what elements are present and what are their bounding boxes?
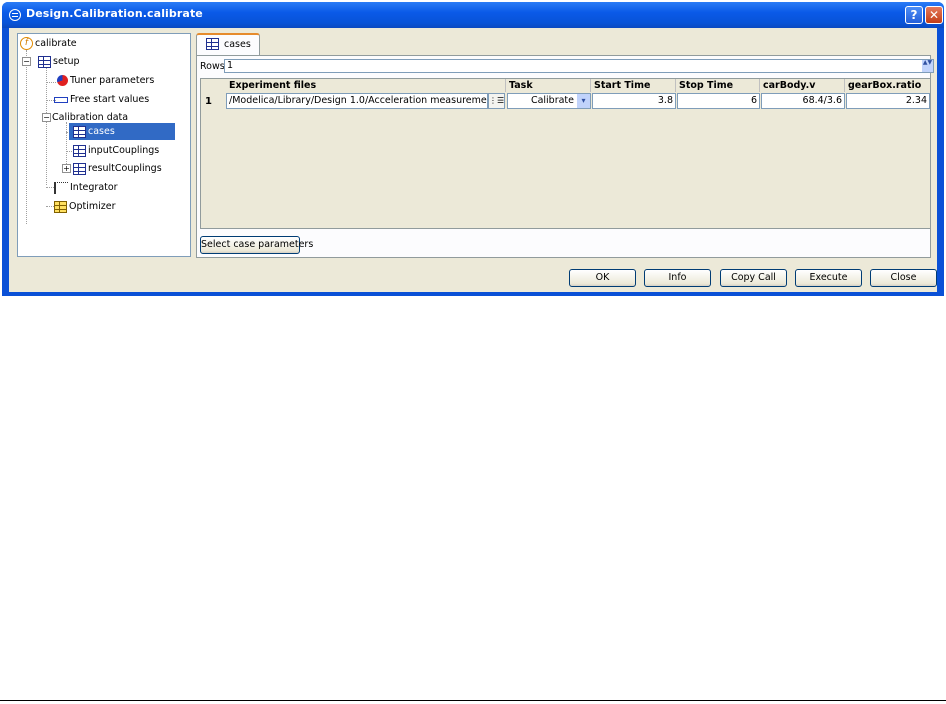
dialog-window: Design.Calibration.calibrate ? ✕ − − + f…: [2, 2, 944, 296]
tab-cases[interactable]: cases: [196, 33, 260, 56]
column-header-stop-time[interactable]: Stop Time: [676, 79, 760, 92]
dialog-client-area: − − + f calibrate setup Tuner parameters …: [9, 28, 937, 292]
tree-item-input-couplings[interactable]: inputCouplings: [73, 143, 159, 159]
range-icon: [54, 97, 68, 103]
tree-connector: [46, 82, 56, 83]
column-header-task[interactable]: Task: [506, 79, 591, 92]
tree-connector: [26, 50, 27, 224]
optimizer-table-icon: [54, 201, 67, 213]
window-title: Design.Calibration.calibrate: [26, 7, 203, 20]
tree-item-setup[interactable]: setup: [38, 54, 80, 70]
experiment-file-field[interactable]: /Modelica/Library/Design 1.0/Acceleratio…: [226, 93, 488, 109]
expander-setup[interactable]: −: [22, 57, 31, 66]
table-icon: [73, 126, 86, 138]
spinner-arrows-icon[interactable]: ▲▼: [922, 60, 933, 72]
gearbox-ratio-field[interactable]: 2.34: [846, 93, 930, 109]
browse-file-icon[interactable]: ⋮☰: [488, 93, 505, 109]
close-button[interactable]: Close: [870, 269, 937, 287]
pie-chart-icon: [57, 75, 68, 86]
select-case-parameters-button[interactable]: Select case parameters: [200, 236, 313, 254]
info-button[interactable]: Info: [644, 269, 711, 287]
tree-item-tuner-parameters[interactable]: Tuner parameters: [56, 73, 154, 89]
table-icon: [38, 56, 51, 68]
table-icon: [73, 163, 86, 175]
function-icon: f: [20, 37, 33, 50]
expander-result-couplings[interactable]: +: [62, 164, 71, 173]
table-icon: [206, 38, 219, 50]
column-header-carbody-v[interactable]: carBody.v: [760, 79, 845, 92]
close-window-button[interactable]: ✕: [925, 6, 943, 24]
row-number: 1: [205, 96, 212, 107]
expander-calibration-data[interactable]: −: [42, 113, 51, 122]
tree-item-result-couplings[interactable]: resultCouplings: [73, 161, 162, 177]
tree-item-cases[interactable]: cases: [73, 124, 115, 140]
stop-time-field[interactable]: 6: [677, 93, 760, 109]
task-value: Calibrate: [530, 95, 574, 106]
tree-item-free-start-values[interactable]: Free start values: [54, 92, 149, 108]
tree-item-optimizer[interactable]: Optimizer: [54, 199, 116, 215]
column-header-experiment-files[interactable]: Experiment files: [226, 79, 506, 92]
ok-button[interactable]: OK: [569, 269, 636, 287]
carbody-v-field[interactable]: 68.4/3.6: [761, 93, 845, 109]
tree-panel: − − + f calibrate setup Tuner parameters …: [17, 33, 191, 257]
title-bar[interactable]: Design.Calibration.calibrate ? ✕: [2, 2, 944, 28]
rows-spinner[interactable]: 1 ▲▼: [224, 59, 934, 73]
cases-table: Experiment files Task Start Time Stop Ti…: [200, 78, 931, 229]
page-divider: [0, 700, 946, 701]
copy-call-button[interactable]: Copy Call: [720, 269, 787, 287]
help-button[interactable]: ?: [905, 6, 923, 24]
column-header-gearbox-ratio[interactable]: gearBox.ratio: [845, 79, 930, 92]
rows-value: 1: [227, 60, 234, 71]
tree-item-integrator[interactable]: Integrator: [54, 180, 118, 196]
integrator-icon: [54, 182, 68, 194]
tree-connector: [66, 122, 67, 170]
rows-label: Rows: [200, 61, 225, 72]
tree-item-calibrate[interactable]: f calibrate: [20, 36, 77, 52]
task-select[interactable]: Calibrate ▾: [507, 93, 591, 109]
table-icon: [73, 145, 86, 157]
column-header-start-time[interactable]: Start Time: [591, 79, 676, 92]
start-time-field[interactable]: 3.8: [592, 93, 676, 109]
chevron-down-icon[interactable]: ▾: [577, 94, 590, 108]
tree-connector: [46, 65, 47, 185]
cases-panel: Rows 1 ▲▼ Experiment files Task Start Ti…: [196, 55, 934, 258]
execute-button[interactable]: Execute: [795, 269, 862, 287]
window-menu-icon[interactable]: [9, 9, 21, 21]
